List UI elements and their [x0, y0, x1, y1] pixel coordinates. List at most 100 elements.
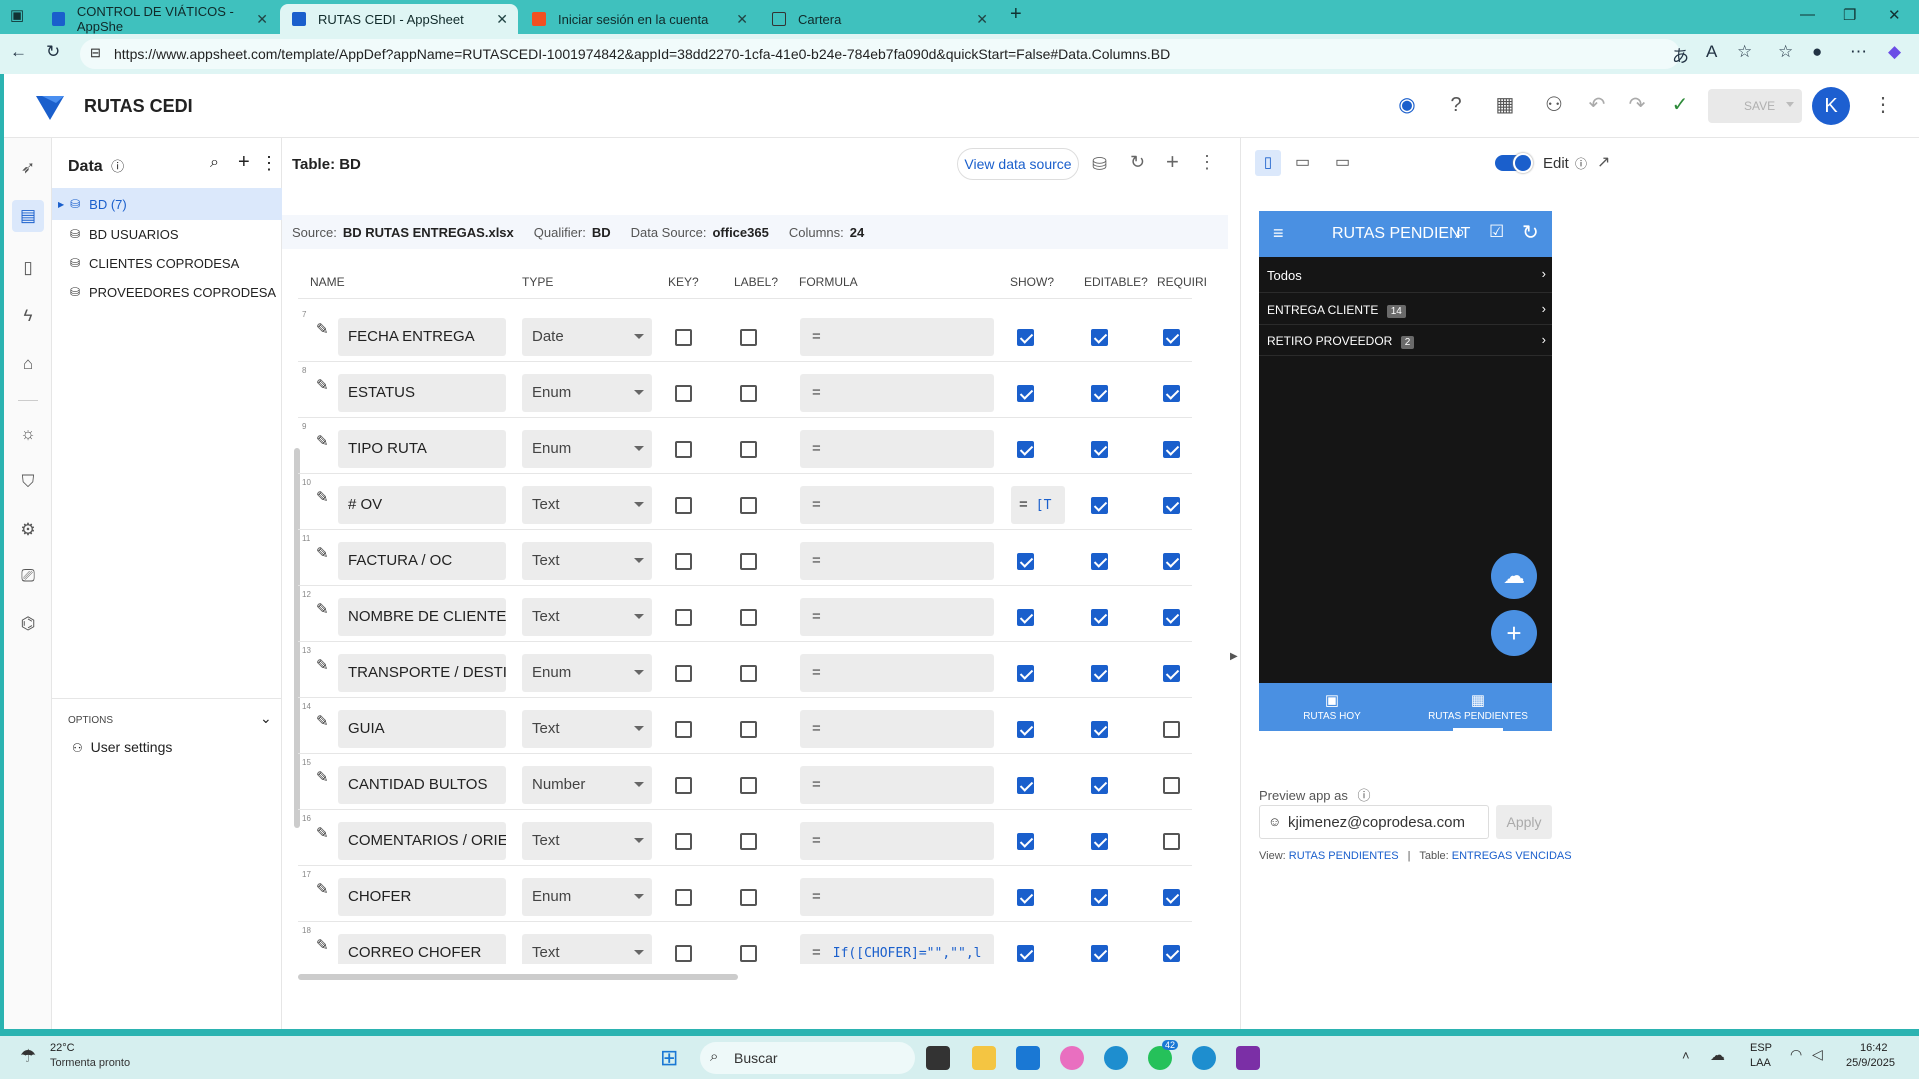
mobile-view-icon[interactable]: ▯ [1255, 150, 1281, 176]
copilot-icon[interactable] [1060, 1046, 1084, 1070]
formula-field[interactable]: = [800, 878, 994, 916]
preview-eye-icon[interactable]: ◉ [1394, 92, 1420, 118]
table-item-bd-usuarios[interactable]: ⛁ BD USUARIOS [52, 218, 282, 250]
apply-button[interactable]: Apply [1496, 805, 1552, 839]
formula-field[interactable]: = [800, 822, 994, 860]
column-type-select[interactable]: Text [522, 710, 652, 748]
close-icon[interactable]: ✕ [496, 11, 508, 28]
shield-icon[interactable]: ⛉ [16, 470, 40, 494]
formula-field[interactable]: = [800, 598, 994, 636]
column-name-field[interactable]: TIPO RUTA [338, 430, 506, 468]
chevron-up-icon[interactable]: ˄ [1682, 1048, 1690, 1063]
add-icon[interactable]: + [238, 151, 250, 174]
column-name-field[interactable]: TRANSPORTE / DESTINO [338, 654, 506, 692]
label-checkbox[interactable] [740, 385, 757, 402]
kebab-menu-icon[interactable]: ⋮ [260, 153, 278, 174]
more-icon[interactable]: ⋯ [1850, 42, 1867, 62]
nav-tab-rutas-pendientes[interactable]: ▦ RUTAS PENDIENTES [1405, 683, 1551, 731]
column-type-select[interactable]: Enum [522, 430, 652, 468]
redo-icon[interactable]: ↷ [1624, 92, 1650, 118]
formula-field[interactable]: = If([CHOFER]="","",l [800, 934, 994, 964]
store-icon[interactable] [1016, 1046, 1040, 1070]
column-type-select[interactable]: Text [522, 934, 652, 964]
pencil-icon[interactable]: ✎ [316, 544, 329, 562]
file-explorer-icon[interactable] [972, 1046, 996, 1070]
required-checkbox[interactable] [1163, 889, 1180, 906]
label-checkbox[interactable] [740, 721, 757, 738]
show-formula-field[interactable]: = [T [1011, 486, 1065, 524]
read-aloud-icon[interactable]: A [1706, 42, 1717, 62]
help-icon[interactable]: ? [1443, 92, 1469, 118]
key-checkbox[interactable] [675, 553, 692, 570]
rocket-icon[interactable]: ➶ [16, 156, 40, 180]
show-checkbox[interactable] [1017, 945, 1034, 962]
editable-checkbox[interactable] [1091, 609, 1108, 626]
editable-checkbox[interactable] [1091, 889, 1108, 906]
key-checkbox[interactable] [675, 441, 692, 458]
label-checkbox[interactable] [740, 553, 757, 570]
url-field[interactable]: ⊟ https://www.appsheet.com/template/AppD… [80, 39, 1680, 69]
pencil-icon[interactable]: ✎ [316, 432, 329, 450]
formula-field[interactable]: = [800, 766, 994, 804]
show-checkbox[interactable] [1017, 441, 1034, 458]
formula-field[interactable]: = [800, 542, 994, 580]
required-checkbox[interactable] [1163, 441, 1180, 458]
label-checkbox[interactable] [740, 833, 757, 850]
new-tab-icon[interactable]: + [1010, 3, 1022, 26]
show-checkbox[interactable] [1017, 777, 1034, 794]
show-checkbox[interactable] [1017, 721, 1034, 738]
formula-field[interactable]: = [800, 654, 994, 692]
cloud-download-icon[interactable]: ☁ [1491, 553, 1537, 599]
editable-checkbox[interactable] [1091, 385, 1108, 402]
show-checkbox[interactable] [1017, 385, 1034, 402]
bolt-icon[interactable]: ϟ [16, 304, 40, 328]
key-checkbox[interactable] [675, 609, 692, 626]
browser-tab[interactable]: Cartera ✕ [760, 4, 998, 34]
editable-checkbox[interactable] [1091, 441, 1108, 458]
info-icon[interactable]: ⓘ [1575, 157, 1587, 171]
lightbulb-icon[interactable]: ☼ [16, 422, 40, 446]
key-checkbox[interactable] [675, 385, 692, 402]
formula-field[interactable]: = [800, 430, 994, 468]
add-fab-button[interactable]: + [1491, 610, 1537, 656]
onenote-icon[interactable] [1236, 1046, 1260, 1070]
close-icon[interactable]: ✕ [736, 11, 748, 28]
clock-time[interactable]: 16:42 [1860, 1042, 1888, 1054]
table-icon[interactable]: ▦ [1492, 92, 1518, 118]
key-checkbox[interactable] [675, 665, 692, 682]
required-checkbox[interactable] [1163, 553, 1180, 570]
column-type-select[interactable]: Text [522, 598, 652, 636]
show-checkbox[interactable] [1017, 889, 1034, 906]
chevron-down-icon[interactable]: ⌄ [260, 710, 272, 727]
editable-checkbox[interactable] [1091, 665, 1108, 682]
appsheet-logo-icon[interactable] [34, 92, 66, 122]
pencil-icon[interactable]: ✎ [316, 320, 329, 338]
editable-checkbox[interactable] [1091, 833, 1108, 850]
view-data-source-button[interactable]: View data source [957, 148, 1079, 180]
column-type-select[interactable]: Enum [522, 374, 652, 412]
check-icon[interactable]: ✓ [1667, 92, 1693, 118]
editable-checkbox[interactable] [1091, 329, 1108, 346]
editable-checkbox[interactable] [1091, 721, 1108, 738]
column-type-select[interactable]: Enum [522, 654, 652, 692]
nav-tab-rutas-hoy[interactable]: ▣ RUTAS HOY [1259, 683, 1405, 731]
close-icon[interactable]: ✕ [256, 11, 268, 28]
key-checkbox[interactable] [675, 329, 692, 346]
language[interactable]: ESP [1750, 1042, 1772, 1054]
gear-icon[interactable]: ⚙ [16, 518, 40, 542]
key-checkbox[interactable] [675, 721, 692, 738]
search-icon[interactable]: ⌕ [210, 154, 219, 172]
editable-checkbox[interactable] [1091, 497, 1108, 514]
volume-icon[interactable]: ◁ [1812, 1046, 1823, 1063]
pencil-icon[interactable]: ✎ [316, 936, 329, 954]
browser-tab[interactable]: Iniciar sesión en la cuenta ✕ [520, 4, 758, 34]
label-checkbox[interactable] [740, 329, 757, 346]
tablet-view-icon[interactable]: ▭ [1295, 152, 1310, 172]
key-checkbox[interactable] [675, 889, 692, 906]
info-icon[interactable]: ⓘ [111, 159, 124, 174]
column-type-select[interactable]: Text [522, 542, 652, 580]
window-close-icon[interactable]: ✕ [1888, 6, 1901, 24]
column-type-select[interactable]: Text [522, 486, 652, 524]
close-icon[interactable]: ✕ [976, 11, 988, 28]
required-checkbox[interactable] [1163, 329, 1180, 346]
